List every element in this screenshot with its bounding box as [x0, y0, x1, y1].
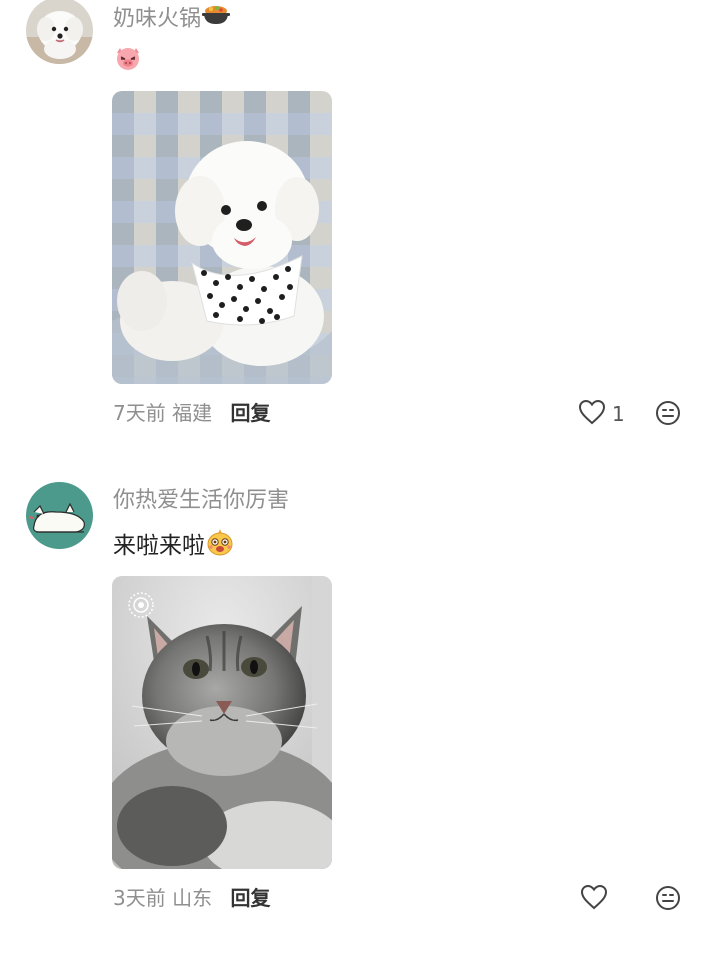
username-text: 你热爱生活你厉害	[113, 488, 290, 513]
reply-button[interactable]: 回复	[230, 886, 270, 910]
comment-item: 你热爱生活你厉害 来啦来啦 3天前 山东 回复	[0, 0, 720, 966]
heart-outline-icon	[580, 884, 608, 914]
comment-body: 来啦来啦	[113, 527, 235, 566]
comment-location: 山东	[172, 886, 213, 910]
comment-meta: 3天前 山东 回复	[113, 884, 270, 912]
avatar[interactable]	[26, 482, 93, 549]
excited-face-emoji	[205, 527, 235, 566]
face-menu-icon	[655, 886, 681, 915]
username[interactable]: 你热爱生活你厉害	[113, 486, 289, 516]
reaction-button[interactable]	[655, 885, 681, 915]
like-button[interactable]	[580, 884, 614, 914]
gray-tabby-cat-photo[interactable]	[112, 576, 332, 869]
comment-text: 来啦来啦	[113, 533, 205, 559]
comment-time: 3天前	[113, 886, 166, 910]
